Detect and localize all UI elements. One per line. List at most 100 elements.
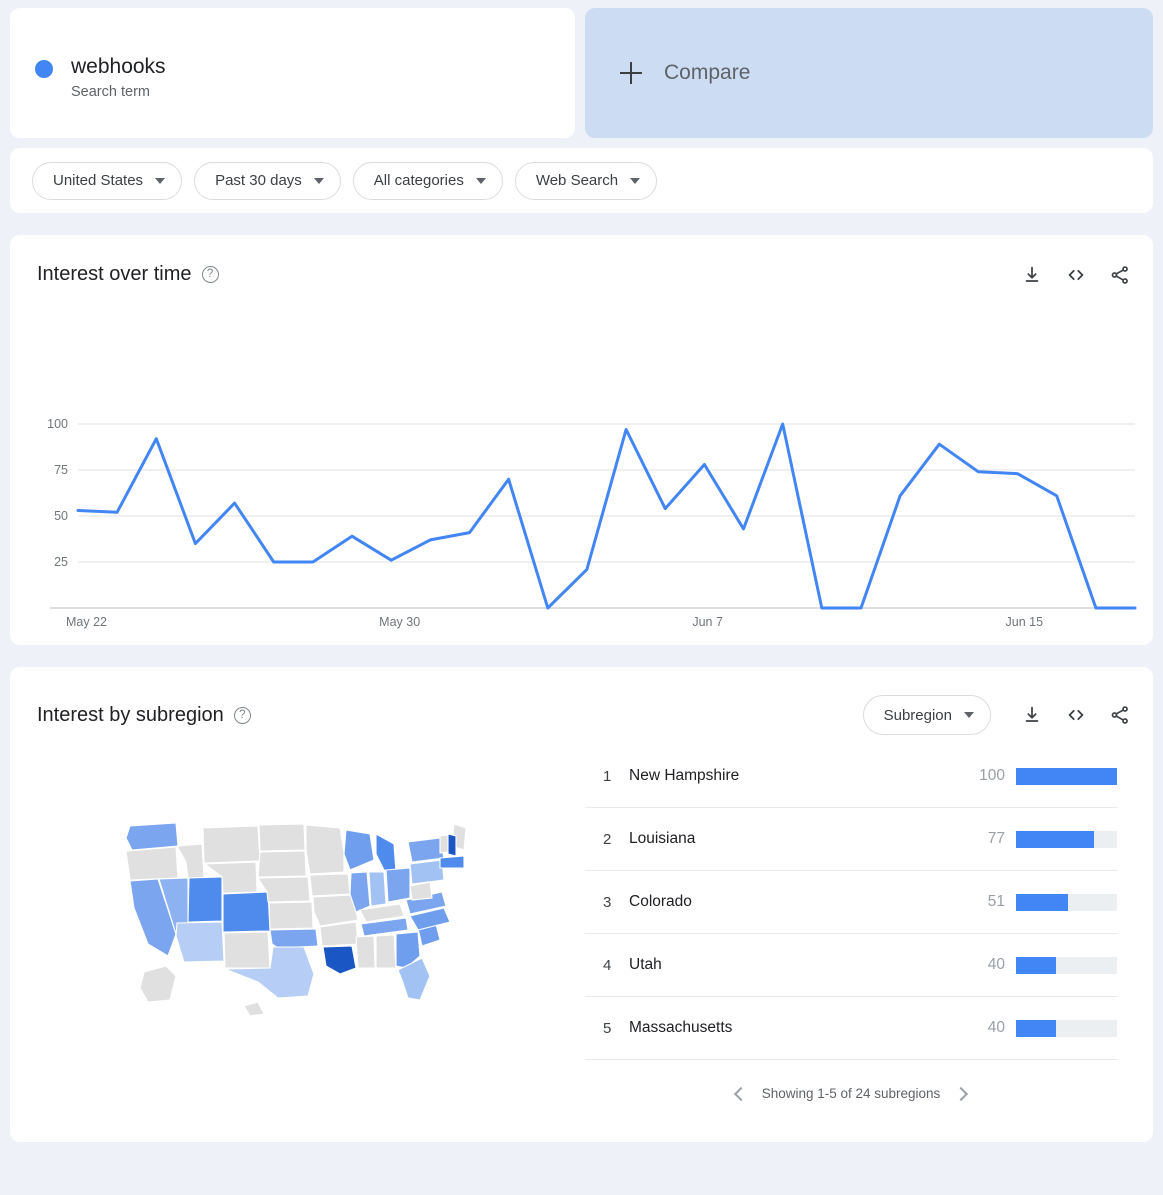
download-icon[interactable]: [1021, 264, 1043, 286]
interest-over-time-chart[interactable]: 255075100May 22May 30Jun 7Jun 15: [10, 286, 1153, 656]
state-ok: [270, 929, 318, 948]
filter-time[interactable]: Past 30 days: [194, 162, 341, 200]
chevron-down-icon: [630, 178, 640, 184]
interest-by-subregion-card: Interest by subregion ? Subregion: [10, 667, 1153, 1142]
state-or: [126, 847, 178, 880]
interest-over-time-card: Interest over time ? 255075100May: [10, 235, 1153, 645]
value-bar-fill: [1016, 1020, 1056, 1037]
svg-text:Jun 7: Jun 7: [692, 615, 723, 629]
rank-number: 2: [603, 831, 629, 848]
help-icon[interactable]: ?: [234, 707, 251, 724]
trends-page: webhooks Search term Compare United Stat…: [0, 0, 1163, 1195]
svg-text:25: 25: [54, 555, 68, 569]
table-row[interactable]: 5Massachusetts40: [585, 997, 1117, 1060]
region-name: Massachusetts: [629, 1019, 965, 1037]
share-icon[interactable]: [1109, 264, 1131, 286]
subregion-select[interactable]: Subregion: [863, 695, 991, 735]
interest-over-time-actions: [1021, 264, 1131, 286]
state-ny: [408, 838, 444, 862]
table-row[interactable]: 3Colorado51: [585, 871, 1117, 934]
subregion-title: Interest by subregion: [37, 704, 224, 727]
region-name: Utah: [629, 956, 965, 974]
value-bar-track: [1016, 957, 1117, 974]
region-name: Colorado: [629, 893, 965, 911]
region-value: 40: [965, 956, 1005, 974]
region-value: 100: [965, 767, 1005, 785]
chevron-down-icon: [964, 712, 974, 718]
filter-category-label: All categories: [374, 172, 464, 189]
table-row[interactable]: 2Louisiana77: [585, 808, 1117, 871]
filter-bar: United States Past 30 days All categorie…: [10, 148, 1153, 213]
table-row[interactable]: 4Utah40: [585, 934, 1117, 997]
rank-number: 5: [603, 1020, 629, 1037]
value-bar-fill: [1016, 894, 1068, 911]
state-ia: [310, 874, 350, 896]
svg-text:100: 100: [47, 417, 68, 431]
embed-icon[interactable]: [1065, 704, 1087, 726]
state-mo: [313, 895, 358, 926]
search-term-card[interactable]: webhooks Search term: [10, 8, 575, 138]
region-name: Louisiana: [629, 830, 965, 848]
filter-location-label: United States: [53, 172, 143, 189]
interest-by-subregion-actions: Subregion: [863, 695, 1131, 735]
chevron-left-icon[interactable]: [734, 1086, 748, 1100]
value-bar-track: [1016, 768, 1117, 785]
share-icon[interactable]: [1109, 704, 1131, 726]
help-icon[interactable]: ?: [202, 266, 219, 283]
filter-search-type-label: Web Search: [536, 172, 618, 189]
download-icon[interactable]: [1021, 704, 1043, 726]
table-row[interactable]: 1New Hampshire100: [585, 745, 1117, 808]
page-title: Interest over time: [37, 263, 192, 286]
embed-icon[interactable]: [1065, 264, 1087, 286]
choropleth-map[interactable]: [10, 745, 585, 1101]
rank-number: 4: [603, 957, 629, 974]
chevron-down-icon: [155, 178, 165, 184]
subregion-body: 1New Hampshire1002Louisiana773Colorado51…: [10, 735, 1153, 1131]
state-mt: [203, 826, 260, 863]
pager-status: Showing 1-5 of 24 subregions: [762, 1086, 941, 1101]
state-ms: [356, 936, 375, 968]
state-ut: [188, 877, 222, 922]
svg-text:75: 75: [54, 463, 68, 477]
value-bar-track: [1016, 831, 1117, 848]
state-wa: [126, 823, 178, 850]
plus-icon: [620, 62, 642, 84]
filter-category[interactable]: All categories: [353, 162, 503, 200]
svg-text:May 30: May 30: [379, 615, 420, 629]
search-term-inner: webhooks Search term: [35, 54, 166, 100]
subregion-select-label: Subregion: [884, 707, 952, 724]
rank-number: 3: [603, 894, 629, 911]
state-nm: [224, 932, 270, 968]
state-hi: [244, 1002, 264, 1016]
state-la: [323, 946, 356, 974]
state-ks: [269, 902, 313, 929]
us-map-svg: [118, 816, 478, 1031]
filter-search-type[interactable]: Web Search: [515, 162, 657, 200]
state-wv: [410, 882, 432, 900]
region-value: 77: [965, 830, 1005, 848]
search-term-type: Search term: [71, 84, 166, 100]
state-nd: [259, 824, 305, 851]
value-bar-track: [1016, 1020, 1117, 1037]
region-value: 51: [965, 893, 1005, 911]
search-term-label: webhooks: [71, 54, 166, 80]
interest-by-subregion-header: Interest by subregion ? Subregion: [10, 667, 1153, 735]
chevron-down-icon: [476, 178, 486, 184]
value-bar-fill: [1016, 957, 1056, 974]
compare-button[interactable]: Compare: [585, 8, 1153, 138]
query-row: webhooks Search term Compare: [0, 0, 1163, 138]
line-chart-svg: 255075100May 22May 30Jun 7Jun 15: [10, 286, 1153, 656]
chevron-down-icon: [314, 178, 324, 184]
subregion-pager: Showing 1-5 of 24 subregions: [585, 1086, 1117, 1101]
value-bar-fill: [1016, 831, 1094, 848]
filter-location[interactable]: United States: [32, 162, 182, 200]
chevron-right-icon[interactable]: [954, 1086, 968, 1100]
state-id: [177, 844, 204, 878]
state-co: [223, 892, 270, 932]
state-al: [376, 935, 396, 968]
state-nh: [448, 834, 456, 856]
region-name: New Hampshire: [629, 767, 965, 785]
state-vt: [440, 835, 448, 853]
value-bar-fill: [1016, 768, 1117, 785]
state-wi: [344, 830, 374, 870]
